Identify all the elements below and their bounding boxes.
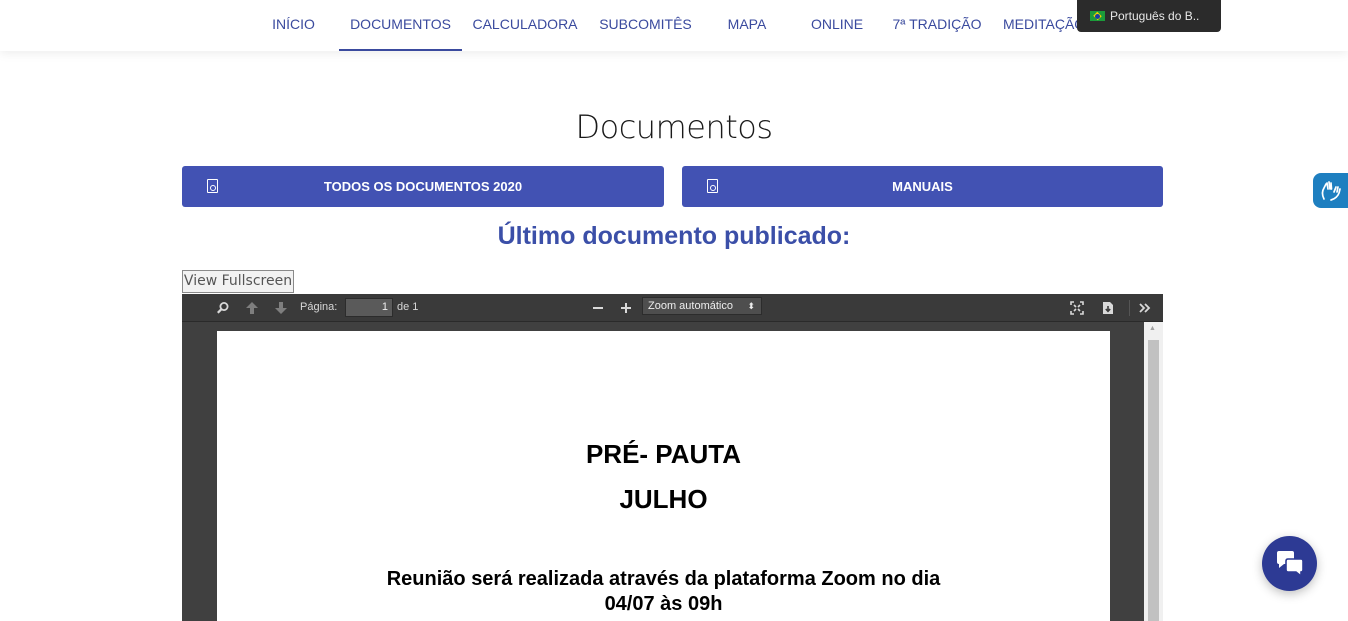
nav-item-7a-tradicao[interactable]: 7ª TRADIÇÃO xyxy=(889,0,985,51)
pdf-heading-month: JULHO xyxy=(619,484,708,514)
nav-item-meditacao[interactable]: MEDITAÇÃO xyxy=(1003,0,1083,51)
nav-item-inicio[interactable]: INÍCIO xyxy=(261,0,326,51)
page-label: Página: xyxy=(300,301,338,313)
pdf-file-icon xyxy=(707,179,718,193)
presentation-mode-icon[interactable] xyxy=(1070,301,1084,315)
scrollbar-thumb[interactable] xyxy=(1148,340,1159,621)
manuals-button[interactable]: MANUAIS xyxy=(682,166,1163,207)
all-documents-2020-label: TODOS OS DOCUMENTOS 2020 xyxy=(323,179,523,194)
all-documents-2020-button[interactable]: TODOS OS DOCUMENTOS 2020 xyxy=(182,166,664,207)
chat-bubbles-icon xyxy=(1277,551,1304,578)
manuals-label: MANUAIS xyxy=(892,179,953,194)
view-fullscreen-button[interactable]: View Fullscreen xyxy=(182,270,294,293)
zoom-in-icon[interactable] xyxy=(619,301,633,315)
page-total: de 1 xyxy=(397,301,419,313)
nav-item-mapa[interactable]: MAPA xyxy=(715,0,779,51)
previous-page-icon[interactable] xyxy=(245,301,259,315)
brazil-flag-icon xyxy=(1090,11,1105,21)
pdf-meeting-line: Reunião será realizada através da plataf… xyxy=(386,568,941,590)
search-icon[interactable] xyxy=(216,301,230,315)
zoom-out-icon[interactable] xyxy=(591,301,605,315)
language-selector[interactable]: Português do B.. xyxy=(1077,0,1221,32)
pdf-scrollbar[interactable]: ▲ xyxy=(1144,322,1163,621)
nav-item-calculadora[interactable]: CALCULADORA xyxy=(470,0,580,51)
download-icon[interactable] xyxy=(1101,301,1115,315)
pdf-viewer: Página: 1 de 1 Zoom automático ⬍ PRÉ- PA… xyxy=(182,294,1163,621)
chat-button[interactable] xyxy=(1262,536,1317,591)
pdf-page: PRÉ- PAUTA JULHO Reunião será realizada … xyxy=(217,331,1110,621)
zoom-select-value: Zoom automático xyxy=(648,300,733,312)
latest-document-heading: Último documento publicado: xyxy=(497,222,851,250)
hands-icon xyxy=(1321,181,1341,201)
pdf-toolbar: Página: 1 de 1 Zoom automático ⬍ xyxy=(182,294,1163,322)
next-page-icon[interactable] xyxy=(274,301,288,315)
select-caret-icon: ⬍ xyxy=(747,301,755,311)
page-number-input[interactable]: 1 xyxy=(345,298,393,317)
zoom-select[interactable]: Zoom automático ⬍ xyxy=(642,297,762,315)
page-title: Documentos xyxy=(575,108,773,146)
pdf-file-icon xyxy=(207,179,218,193)
scroll-up-arrow-icon[interactable]: ▲ xyxy=(1149,325,1156,332)
tools-chevron-icon[interactable] xyxy=(1138,301,1152,315)
pdf-heading-pre-pauta: PRÉ- PAUTA xyxy=(585,439,742,469)
sign-language-accessibility-button[interactable] xyxy=(1313,173,1348,208)
nav-item-subcomites[interactable]: SUBCOMITÊS xyxy=(592,0,699,51)
nav-item-documentos[interactable]: DOCUMENTOS xyxy=(339,0,462,51)
pdf-meeting-date: 04/07 às 09h xyxy=(604,593,723,615)
language-label: Português do B.. xyxy=(1110,9,1200,23)
nav-item-online[interactable]: ONLINE xyxy=(801,0,873,51)
toolbar-separator xyxy=(1129,300,1130,316)
